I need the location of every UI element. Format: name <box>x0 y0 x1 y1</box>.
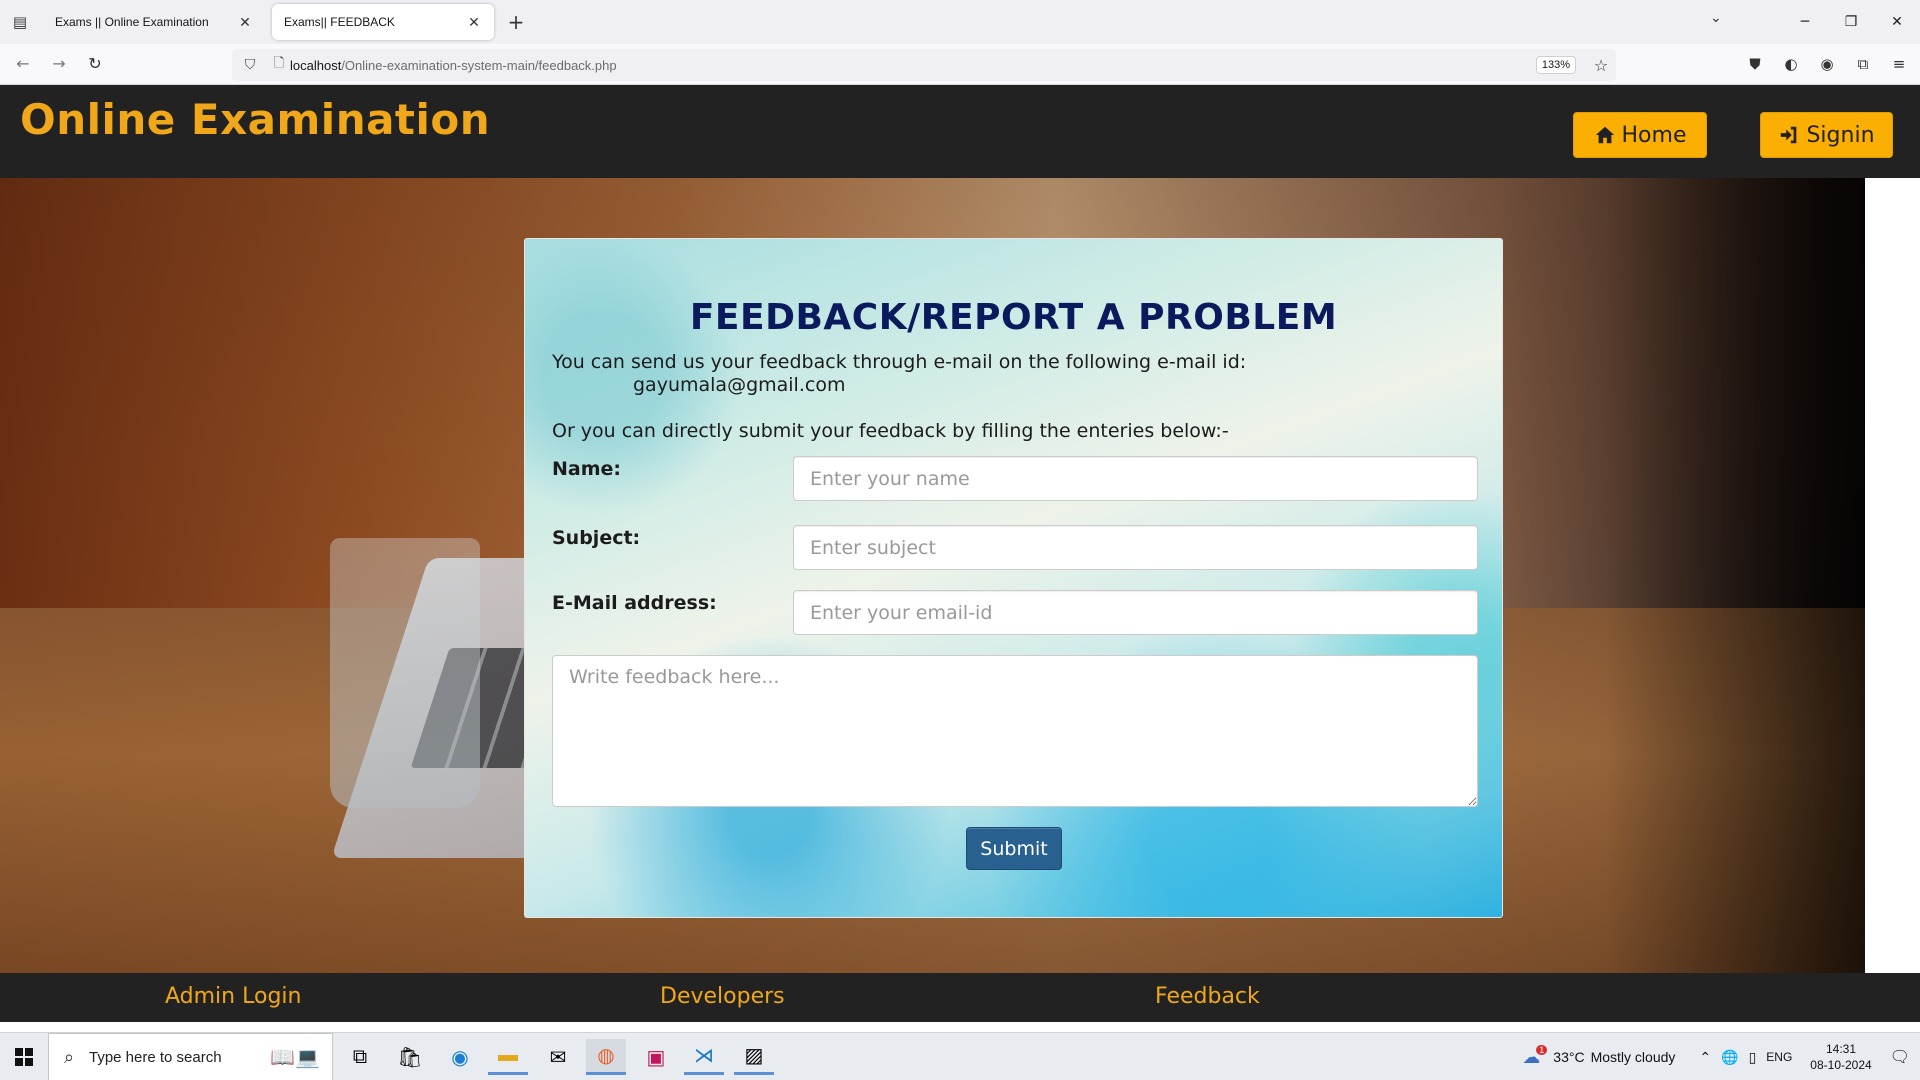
footer-link-feedback[interactable]: Feedback <box>1155 984 1260 1009</box>
language-indicator[interactable]: ENG <box>1766 1050 1792 1064</box>
search-icon: ⌕ <box>63 1046 75 1067</box>
url-text[interactable]: localhost/Online-examination-system-main… <box>290 58 1536 73</box>
close-window-icon[interactable]: ✕ <box>1874 0 1920 44</box>
mail-icon[interactable]: ✉ <box>538 1039 578 1075</box>
feedback-title: FEEDBACK/REPORT A PROBLEM <box>689 297 1338 338</box>
url-host: localhost <box>290 57 342 73</box>
firefox-icon[interactable]: ◍ <box>586 1039 626 1075</box>
task-view-icon[interactable]: ⧉ <box>340 1039 380 1075</box>
pocket-icon[interactable]: ⛊ <box>1744 53 1766 75</box>
clock-time: 14:31 <box>1825 1042 1856 1056</box>
sync-icon[interactable]: ◐ <box>1780 53 1802 75</box>
zoom-level-badge[interactable]: 133% <box>1535 56 1576 74</box>
vscode-icon[interactable]: ⋊ <box>684 1039 724 1075</box>
site-footer: Admin Login Developers Feedback <box>0 973 1920 1022</box>
submit-button[interactable]: Submit <box>966 827 1062 870</box>
new-tab-plus-icon[interactable]: + <box>504 10 528 34</box>
notification-icon[interactable]: 🗨 <box>1890 1047 1910 1067</box>
subject-label: Subject: <box>552 527 641 549</box>
taskbar-clock[interactable]: 14:31 08-10-2024 <box>1810 1041 1871 1073</box>
minimize-icon[interactable]: ─ <box>1782 0 1828 44</box>
tab-title: Exams|| FEEDBACK <box>284 15 395 29</box>
system-tray: ☁ 1 33°C Mostly cloudy ⌃ 🌐 ▯ ENG 14:31 0… <box>1522 1033 1920 1080</box>
feedback-textarea[interactable] <box>552 655 1478 807</box>
tab-list-icon[interactable]: ▤ <box>10 12 30 32</box>
toolbar-icons: ⛊ ◐ ◉ ⧉ ≡ <box>1744 53 1910 75</box>
bg-dark-band <box>1605 178 1865 973</box>
site-title[interactable]: Online Examination <box>20 95 490 144</box>
recorder-icon[interactable]: ▣ <box>636 1039 676 1075</box>
sign-in-icon <box>1781 126 1797 144</box>
weather-temperature: 33°C <box>1553 1049 1585 1065</box>
feedback-direct-text: Or you can directly submit your feedback… <box>552 420 1229 442</box>
search-highlight-icon[interactable]: 📖💻 <box>260 1039 330 1075</box>
feedback-email-text: gayumala@gmail.com <box>633 374 846 396</box>
browser-tab-exams[interactable]: Exams || Online Examination ✕ <box>43 4 265 40</box>
network-globe-icon[interactable]: 🌐 <box>1721 1049 1738 1066</box>
window-controls: ─ ❐ ✕ <box>1782 0 1920 44</box>
windows-start-button[interactable] <box>0 1033 48 1080</box>
url-path: /Online-examination-system-main/feedback… <box>341 57 617 73</box>
file-explorer-icon[interactable]: ▬ <box>488 1039 528 1075</box>
extensions-icon[interactable]: ⧉ <box>1852 53 1874 75</box>
edge-icon[interactable]: ◉ <box>440 1039 480 1075</box>
restore-icon[interactable]: ❐ <box>1828 0 1874 44</box>
weather-condition: Mostly cloudy <box>1590 1049 1676 1065</box>
chevron-down-icon[interactable]: ⌄ <box>1710 10 1722 26</box>
email-input[interactable] <box>793 590 1478 635</box>
browser-tab-feedback[interactable]: Exams|| FEEDBACK ✕ <box>272 4 494 40</box>
weather-widget[interactable]: ☁ 1 33°C Mostly cloudy <box>1522 1045 1676 1068</box>
signin-button[interactable]: Signin <box>1760 112 1893 158</box>
name-label: Name: <box>552 458 622 480</box>
store-icon[interactable]: 🛍 <box>390 1039 430 1075</box>
close-icon[interactable]: ✕ <box>237 14 253 31</box>
chevron-up-icon[interactable]: ⌃ <box>1699 1049 1711 1066</box>
windows-logo-icon <box>15 1048 33 1066</box>
name-input[interactable] <box>793 456 1478 501</box>
account-icon[interactable]: ◉ <box>1816 53 1838 75</box>
site-header: Online Examination Home Signin <box>0 85 1920 178</box>
close-icon[interactable]: ✕ <box>466 14 482 31</box>
feedback-intro-text: You can send us your feedback through e-… <box>552 351 1247 373</box>
browser-nav-bar: ← → ↻ ⛉ 🗋 localhost/Online-examination-s… <box>0 44 1920 85</box>
signin-button-label: Signin <box>1806 122 1875 148</box>
battery-icon[interactable]: ▯ <box>1749 1049 1757 1066</box>
windows-taskbar: ⌕ Type here to search 📖💻 ⧉ 🛍 ◉ ▬ ✉ ◍ ▣ ⋊… <box>0 1032 1920 1080</box>
browser-tab-strip: ▤ Exams || Online Examination ✕ Exams|| … <box>0 0 1920 44</box>
feedback-panel: FEEDBACK/REPORT A PROBLEM You can send u… <box>524 238 1503 918</box>
home-button-label: Home <box>1621 122 1687 148</box>
bg-glass <box>330 538 480 808</box>
footer-link-admin-login[interactable]: Admin Login <box>165 984 301 1009</box>
clock-date: 08-10-2024 <box>1810 1058 1872 1072</box>
bookmark-star-icon[interactable]: ☆ <box>1586 56 1616 75</box>
home-button[interactable]: Home <box>1573 112 1707 158</box>
back-arrow-icon[interactable]: ← <box>12 53 34 75</box>
email-label: E-Mail address: <box>552 592 717 614</box>
bg-right-margin <box>1865 178 1920 973</box>
forward-arrow-icon[interactable]: → <box>48 53 70 75</box>
page-icon[interactable]: 🗋 <box>268 54 290 76</box>
reload-icon[interactable]: ↻ <box>84 53 106 75</box>
taskbar-search-placeholder: Type here to search <box>89 1048 222 1066</box>
weather-alert-badge: 1 <box>1536 1045 1548 1055</box>
subject-input[interactable] <box>793 525 1478 570</box>
footer-link-developers[interactable]: Developers <box>660 984 785 1009</box>
tab-title: Exams || Online Examination <box>55 15 209 29</box>
photos-icon[interactable]: ▨ <box>734 1039 774 1075</box>
home-icon <box>1595 126 1614 144</box>
shield-icon[interactable]: ⛉ <box>232 57 268 73</box>
menu-icon[interactable]: ≡ <box>1888 53 1910 75</box>
address-bar[interactable]: ⛉ 🗋 localhost/Online-examination-system-… <box>232 49 1616 81</box>
